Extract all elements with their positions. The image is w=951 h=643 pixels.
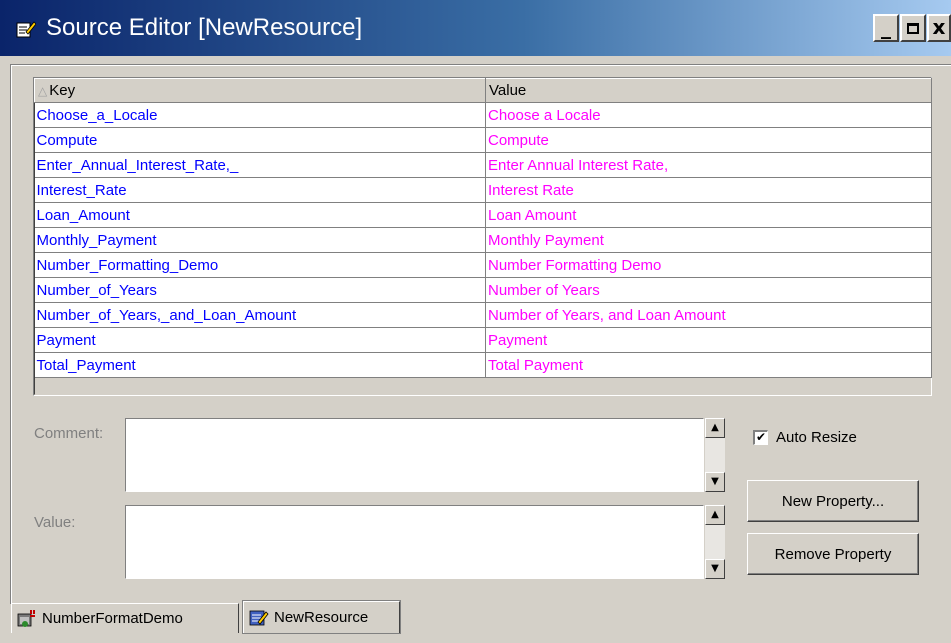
close-button[interactable]: x (927, 14, 951, 42)
key-cell[interactable]: Payment (34, 327, 486, 353)
scroll-up-arrow-icon[interactable]: ▲ (705, 505, 725, 525)
table-row[interactable]: Total_Payment Total Payment (34, 352, 932, 378)
key-cell[interactable]: Compute (34, 127, 486, 153)
table-body: Choose_a_Locale Choose a Locale Compute Com… (34, 102, 932, 378)
key-cell[interactable]: Choose_a_Locale (34, 102, 486, 128)
value-cell[interactable]: Number of Years, and Loan Amount (485, 302, 932, 328)
comment-scrollbar[interactable]: ▲ ▼ (705, 418, 725, 492)
checkmark-icon: ✔ (755, 430, 767, 444)
table-header-row: △ Key Value (34, 78, 932, 103)
resource-table-panel: △ Key Value Choose_a_Locale Choose a Local… (33, 77, 932, 396)
tab-numberformatdemo[interactable]: NumberFormatDemo (11, 603, 239, 633)
auto-resize-label: Auto Resize (776, 429, 857, 446)
frame-border-left-highlight (11, 65, 12, 604)
title-bar[interactable]: Source Editor [NewResource] _ x (0, 0, 951, 56)
key-cell[interactable]: Loan_Amount (34, 202, 486, 228)
table-row[interactable]: Interest_Rate Interest Rate (34, 177, 932, 203)
key-cell[interactable]: Interest_Rate (34, 177, 486, 203)
table-row[interactable]: Number_of_Years,_and_Loan_Amount Number o… (34, 302, 932, 328)
source-editor-window: Source Editor [NewResource] _ x △ Key Val… (0, 0, 951, 643)
value-cell[interactable]: Payment (485, 327, 932, 353)
value-cell[interactable]: Number of Years (485, 277, 932, 303)
tab-numberformatdemo-label: NumberFormatDemo (42, 610, 183, 627)
column-header-key[interactable]: △ Key (34, 78, 486, 103)
value-textarea[interactable] (125, 505, 704, 579)
value-cell[interactable]: Interest Rate (485, 177, 932, 203)
maximize-icon (907, 23, 919, 34)
table-row[interactable]: Loan_Amount Loan Amount (34, 202, 932, 228)
value-cell[interactable]: Monthly Payment (485, 227, 932, 253)
form-icon (17, 609, 35, 627)
column-header-value[interactable]: Value (485, 78, 932, 103)
key-cell[interactable]: Monthly_Payment (34, 227, 486, 253)
window-title: Source Editor [NewResource] (46, 14, 363, 41)
key-cell[interactable]: Number_of_Years,_and_Loan_Amount (34, 302, 486, 328)
auto-resize-checkbox[interactable]: ✔ (753, 430, 768, 445)
scroll-up-arrow-icon[interactable]: ▲ (705, 418, 725, 438)
sort-ascending-icon: △ (38, 84, 48, 98)
value-cell[interactable]: Choose a Locale (485, 102, 932, 128)
key-cell[interactable]: Enter_Annual_Interest_Rate,_ (34, 152, 486, 178)
key-cell[interactable]: Number_Formatting_Demo (34, 252, 486, 278)
table-row[interactable]: Number_Formatting_Demo Number Formatting … (34, 252, 932, 278)
value-scrollbar[interactable]: ▲ ▼ (705, 505, 725, 579)
value-label: Value: (34, 514, 76, 531)
comment-label: Comment: (34, 425, 104, 442)
remove-property-button[interactable]: Remove Property (747, 533, 919, 575)
key-cell[interactable]: Number_of_Years (34, 277, 486, 303)
minimize-button[interactable]: _ (873, 14, 899, 42)
table-row[interactable]: Choose_a_Locale Choose a Locale (34, 102, 932, 128)
key-cell[interactable]: Total_Payment (34, 352, 486, 378)
value-cell[interactable]: Number Formatting Demo (485, 252, 932, 278)
value-cell[interactable]: Compute (485, 127, 932, 153)
scroll-down-arrow-icon[interactable]: ▼ (705, 472, 725, 492)
new-property-button[interactable]: New Property... (747, 480, 919, 522)
resource-table: △ Key Value Choose_a_Locale Choose a Local… (34, 78, 932, 378)
tab-newresource-label: NewResource (274, 609, 369, 626)
value-cell[interactable]: Total Payment (485, 352, 932, 378)
comment-textarea[interactable] (125, 418, 704, 492)
resource-icon (249, 610, 269, 625)
value-cell[interactable]: Loan Amount (485, 202, 932, 228)
table-row[interactable]: Payment Payment (34, 327, 932, 353)
scroll-down-arrow-icon[interactable]: ▼ (705, 559, 725, 579)
table-row[interactable]: Number_of_Years Number of Years (34, 277, 932, 303)
scrollbar-track[interactable] (705, 525, 725, 559)
frame-border-highlight (10, 65, 951, 66)
table-row[interactable]: Compute Compute (34, 127, 932, 153)
tab-newresource[interactable]: NewResource (242, 600, 401, 634)
scrollbar-track[interactable] (705, 438, 725, 472)
value-cell[interactable]: Enter Annual Interest Rate, (485, 152, 932, 178)
table-row[interactable]: Monthly_Payment Monthly Payment (34, 227, 932, 253)
table-row[interactable]: Enter_Annual_Interest_Rate,_ Enter Annual… (34, 152, 932, 178)
edit-document-icon (16, 21, 36, 38)
maximize-button[interactable] (900, 14, 926, 42)
